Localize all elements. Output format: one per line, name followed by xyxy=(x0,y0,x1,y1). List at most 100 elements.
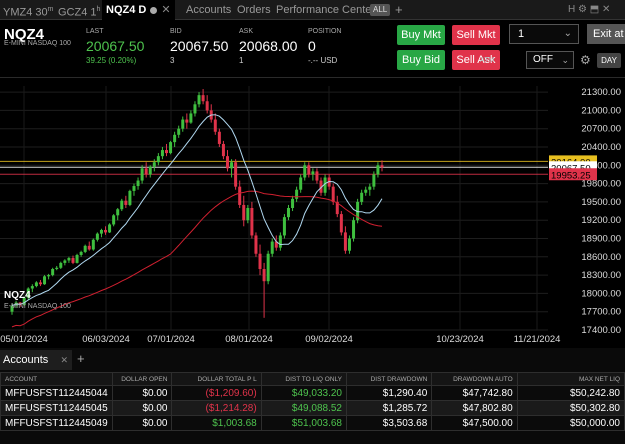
price-chart[interactable]: 21300.00 21000.00 20700.00 20400.00 20100.00… xyxy=(0,78,625,346)
candle-body xyxy=(112,215,116,225)
close-icon[interactable]: ✕ xyxy=(161,4,170,16)
buy-bid-button[interactable]: Buy Bid xyxy=(397,50,445,70)
tab-accounts[interactable]: Accounts xyxy=(186,0,231,20)
tif-day-button[interactable]: DAY xyxy=(597,53,621,68)
chart-description: E-MINI NASDAQ 100 xyxy=(4,303,71,310)
candle-body xyxy=(376,165,380,175)
tab-orders[interactable]: Orders xyxy=(237,0,271,20)
candle-body xyxy=(51,269,55,276)
candle-body xyxy=(148,166,152,175)
chart-canvas[interactable]: 21300.0021000.0020700.0020400.0020100.00… xyxy=(0,78,625,346)
candle-body xyxy=(197,95,201,105)
x-tick-label: 05/01/2024 xyxy=(0,334,48,345)
x-tick-label: 08/01/2024 xyxy=(225,334,273,345)
candle-body xyxy=(173,134,177,143)
candle-body xyxy=(144,168,148,175)
candle-body xyxy=(34,282,38,287)
tab-label: YMZ4 30 xyxy=(3,6,48,19)
tab-performance-center[interactable]: Performance Center xyxy=(276,0,375,20)
accounts-panel: Accounts ✕ + ACCOUNT DOLLAR OPEN DOLLAR T… xyxy=(0,348,625,444)
candle-body xyxy=(201,95,205,102)
candle-body xyxy=(55,267,59,269)
position-label: POSITION xyxy=(308,28,342,35)
atm-value: OFF xyxy=(533,54,553,65)
last-change: 39.25 (0.20%) xyxy=(86,56,137,65)
window-controls[interactable]: H ⚙ ⬒ ✕ xyxy=(568,0,610,20)
chevron-down-icon: ⌄ xyxy=(563,28,572,39)
candle-body xyxy=(108,224,112,233)
all-badge[interactable]: ALL xyxy=(370,4,391,16)
tab-ymz4[interactable]: YMZ4 30m xyxy=(3,0,53,20)
candle-body xyxy=(177,128,181,135)
col-account[interactable]: ACCOUNT xyxy=(0,372,113,386)
account-cell: MFFUSFST112445044 xyxy=(0,385,113,401)
candle-body xyxy=(217,131,221,144)
candle-body xyxy=(205,101,209,111)
candle-body xyxy=(165,150,169,154)
candle-body xyxy=(360,192,364,202)
candle-body xyxy=(307,165,311,175)
exit-at-button[interactable]: Exit at xyxy=(587,24,625,44)
sell-mkt-button[interactable]: Sell Mkt xyxy=(452,25,500,45)
max-net-liq-cell: $50,000.00 xyxy=(516,415,625,431)
buy-mkt-button[interactable]: Buy Mkt xyxy=(397,25,445,45)
candle-body xyxy=(30,286,34,289)
candle-body xyxy=(266,253,270,282)
table-row[interactable]: MFFUSFST112445045 $0.00 ($1,214.28) $49,… xyxy=(0,400,625,416)
bid-price: 20067.50 xyxy=(170,38,229,54)
dollar-open-cell: $0.00 xyxy=(111,400,173,416)
atm-label: ATM xyxy=(480,57,495,64)
close-icon[interactable]: ✕ xyxy=(60,350,68,370)
candle-body xyxy=(152,162,156,167)
col-max-net-liq[interactable]: MAX NET LIQ xyxy=(516,372,625,386)
candle-body xyxy=(347,238,351,251)
candle-body xyxy=(116,209,120,216)
candle-body xyxy=(160,150,164,157)
drawdown-auto-cell: $47,742.80 xyxy=(431,385,518,401)
tab-gcz4[interactable]: GCZ4 1h xyxy=(58,0,100,20)
candle-body xyxy=(87,245,91,250)
atm-select[interactable]: OFF ⌄ xyxy=(526,51,574,69)
ask-size: 1 xyxy=(239,56,244,65)
col-drawdown-auto[interactable]: DRAWDOWN AUTO xyxy=(431,372,518,386)
y-tick-label: 21300.00 xyxy=(581,87,621,98)
candle-body xyxy=(120,200,124,210)
tab-suffix: h xyxy=(96,6,101,13)
candle-body xyxy=(352,220,356,239)
y-tick-label: 20400.00 xyxy=(581,142,621,153)
candle-body xyxy=(230,162,234,169)
candle-body xyxy=(43,276,47,285)
tab-nqz4[interactable]: NQZ4 D ✕ xyxy=(102,0,175,20)
table-row[interactable]: MFFUSFST112445044 $0.00 ($1,209.60) $49,… xyxy=(0,385,625,401)
candle-body xyxy=(262,269,266,282)
y-tick-label: 20700.00 xyxy=(581,124,621,135)
dollar-open-cell: $0.00 xyxy=(111,415,173,431)
col-dist-drawdown[interactable]: DIST DRAWDOWN xyxy=(345,372,433,386)
candle-body xyxy=(258,253,262,269)
candle-body xyxy=(270,241,274,254)
candle-body xyxy=(242,204,246,221)
candle-body xyxy=(291,198,295,208)
x-tick-label: 10/23/2024 xyxy=(436,334,484,345)
candle-body xyxy=(221,143,225,157)
candle-body xyxy=(136,180,140,187)
symbol-description: E-MINI NASDAQ 100 xyxy=(4,40,71,47)
y-tick-label: 18000.00 xyxy=(581,288,621,299)
table-row[interactable]: MFFUSFST112445049 $0.00 $1,003.68 $51,00… xyxy=(0,415,625,431)
candle-body xyxy=(169,142,173,154)
dist-drawdown-cell: $1,285.72 xyxy=(345,400,433,416)
add-panel-button[interactable]: + xyxy=(77,351,85,366)
last-price: 20067.50 xyxy=(86,38,145,54)
gear-icon[interactable]: ⚙ xyxy=(580,53,591,67)
col-dollar-total-pl[interactable]: DOLLAR TOTAL P L xyxy=(171,372,262,386)
y-tick-label: 18300.00 xyxy=(581,270,621,281)
candle-body xyxy=(331,186,335,202)
candle-body xyxy=(372,174,376,187)
tab-accounts-panel[interactable]: Accounts ✕ xyxy=(0,350,72,370)
accounts-tab-label: Accounts xyxy=(3,354,49,366)
tab-suffix: m xyxy=(47,6,54,13)
add-tab-button[interactable]: + xyxy=(395,0,403,20)
quantity-select[interactable]: 1 ⌄ xyxy=(509,24,579,44)
col-dollar-open[interactable]: DOLLAR OPEN xyxy=(111,372,173,386)
col-dist-to-liq[interactable]: DIST TO LIQ ONLY xyxy=(260,372,347,386)
